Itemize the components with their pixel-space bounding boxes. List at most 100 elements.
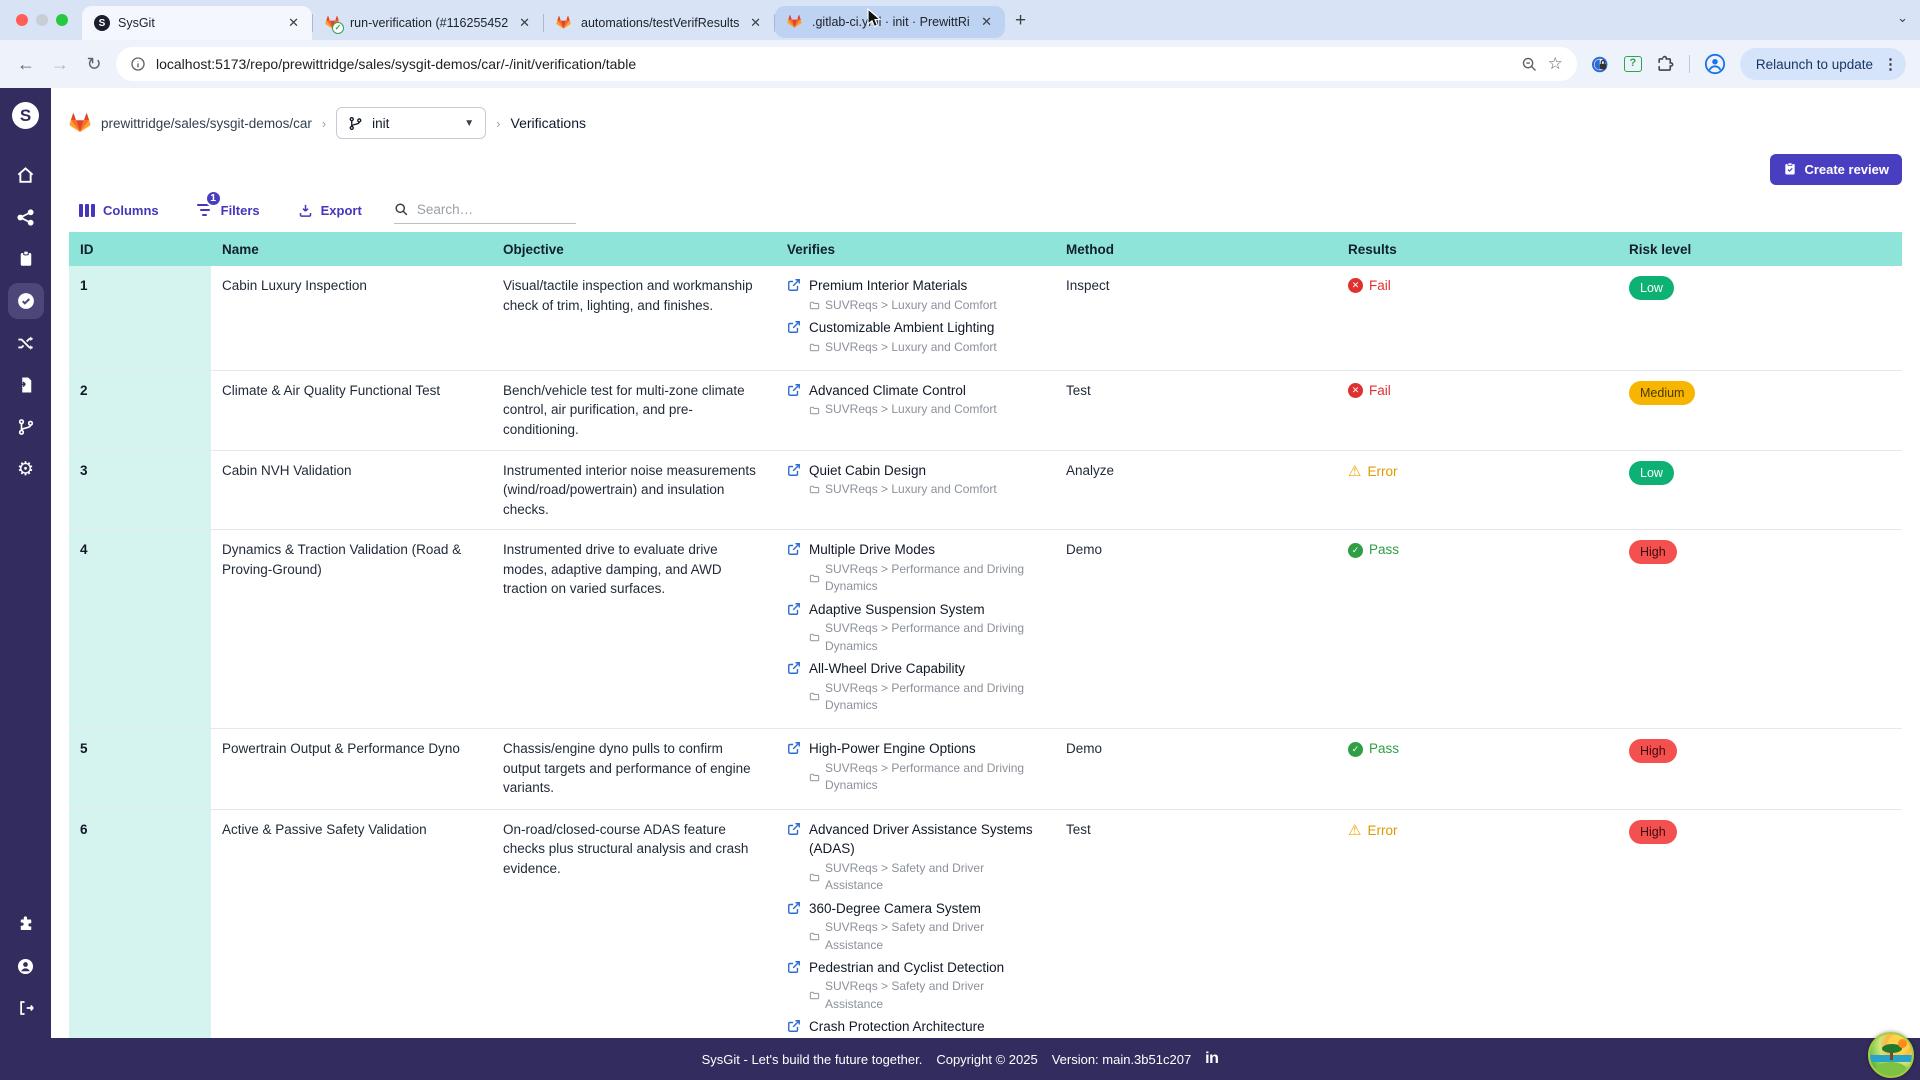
cell-objective: Chassis/engine dyno pulls to confirm out…	[492, 729, 776, 808]
actions-row: Create review	[69, 146, 1902, 192]
table-row[interactable]: 5Powertrain Output & Performance DynoCha…	[69, 729, 1902, 809]
risk-badge: High	[1629, 739, 1677, 763]
bookmark-star-icon[interactable]: ☆	[1548, 54, 1563, 74]
external-link-icon	[787, 901, 801, 915]
verify-link[interactable]: Adaptive Suspension System	[809, 600, 985, 620]
sidebar-item-graph[interactable]	[8, 199, 44, 235]
breadcrumb-repo-link[interactable]: prewittridge/sales/sysgit-demos/car	[101, 116, 312, 131]
columns-icon	[79, 204, 95, 217]
browser-tab-automations[interactable]: automations/testVerifResults ✕	[544, 6, 774, 40]
column-header-method[interactable]: Method	[1055, 242, 1337, 257]
fail-icon: ✕	[1348, 278, 1363, 293]
verify-item: Multiple Drive ModesSUVReqs > Performanc…	[787, 540, 1041, 595]
island-overlay-badge[interactable]	[1868, 1032, 1914, 1078]
export-label: Export	[321, 203, 362, 218]
column-header-name[interactable]: Name	[211, 242, 492, 257]
screen: S SysGit ✕ ✓ run-verification (#11625545…	[0, 0, 1920, 1080]
risk-badge: High	[1629, 820, 1677, 844]
close-window-button[interactable]	[16, 14, 28, 26]
sidebar-item-branches[interactable]	[8, 409, 44, 445]
risk-badge: Low	[1629, 276, 1674, 300]
linkedin-icon[interactable]: in	[1205, 1050, 1218, 1068]
url-text[interactable]: localhost:5173/repo/prewittridge/sales/s…	[156, 56, 1511, 72]
browser-tab-sysgit[interactable]: S SysGit ✕	[82, 6, 312, 40]
reload-icon[interactable]: ↻	[82, 54, 106, 75]
page-info-icon[interactable]	[130, 56, 146, 72]
sidebar-item-requirements[interactable]	[8, 241, 44, 277]
tab-close-icon[interactable]: ✕	[978, 14, 995, 30]
fullscreen-window-button[interactable]	[56, 14, 68, 26]
sidebar-item-home[interactable]	[8, 157, 44, 193]
verify-link[interactable]: Multiple Drive Modes	[809, 540, 935, 560]
folder-icon	[809, 772, 820, 783]
table-row[interactable]: 4Dynamics & Traction Validation (Road & …	[69, 530, 1902, 729]
chevron-right-icon: ›	[496, 116, 500, 131]
shuffle-icon	[16, 334, 35, 353]
column-header-risk-level[interactable]: Risk level	[1618, 242, 1902, 257]
app-window: S ⚙	[0, 88, 1920, 1038]
column-header-results[interactable]: Results	[1337, 242, 1618, 257]
cell-result: ✓Pass	[1337, 530, 1618, 728]
columns-button[interactable]: Columns	[79, 203, 159, 218]
forward-icon[interactable]: →	[48, 54, 72, 75]
verify-link[interactable]: Customizable Ambient Lighting	[809, 318, 994, 338]
sidebar-item-extensions[interactable]	[8, 906, 44, 942]
sidebar-item-verifications[interactable]	[8, 283, 44, 319]
tab-search-chevron-icon[interactable]: ⌄	[1897, 10, 1908, 26]
browser-tab-run-verification[interactable]: ✓ run-verification (#116255452 ✕	[313, 6, 543, 40]
verify-link[interactable]: All-Wheel Drive Capability	[809, 659, 965, 679]
column-header-verifies[interactable]: Verifies	[776, 242, 1055, 257]
cell-id: 5	[69, 729, 211, 808]
sysgit-logo[interactable]: S	[12, 102, 39, 129]
verify-link[interactable]: Pedestrian and Cyclist Detection	[809, 958, 1004, 978]
verify-link[interactable]: Advanced Climate Control	[809, 381, 966, 401]
back-icon[interactable]: ←	[14, 54, 38, 75]
risk-badge: Medium	[1629, 381, 1695, 405]
tab-close-icon[interactable]: ✕	[516, 15, 533, 31]
filters-button[interactable]: 1 Filters	[197, 203, 260, 218]
verify-link[interactable]: High-Power Engine Options	[809, 739, 976, 759]
folder-icon	[809, 405, 820, 416]
column-header-id[interactable]: ID	[69, 242, 211, 257]
search-field[interactable]	[394, 196, 576, 224]
verify-link[interactable]: 360-Degree Camera System	[809, 899, 981, 919]
sidebar-item-traceability[interactable]	[8, 325, 44, 361]
warning-icon: ⚠	[1348, 461, 1361, 483]
verify-link[interactable]: Premium Interior Materials	[809, 276, 967, 296]
extensions-puzzle-icon[interactable]	[1656, 55, 1675, 74]
result-label: Fail	[1369, 381, 1391, 401]
relaunch-to-update-button[interactable]: Relaunch to update ⋮	[1740, 48, 1906, 80]
new-tab-button[interactable]: +	[1005, 10, 1036, 32]
tab-title: automations/testVerifResults	[581, 16, 739, 30]
sidebar-item-account[interactable]	[8, 948, 44, 984]
sidebar-item-export-doc[interactable]	[8, 367, 44, 403]
address-bar[interactable]: localhost:5173/repo/prewittridge/sales/s…	[116, 47, 1577, 81]
column-header-objective[interactable]: Objective	[492, 242, 776, 257]
verify-link[interactable]: Advanced Driver Assistance Systems (ADAS…	[809, 820, 1041, 859]
chevron-right-icon: ›	[322, 116, 326, 131]
graph-icon	[16, 208, 35, 227]
search-input[interactable]	[417, 202, 557, 217]
verify-link[interactable]: Crash Protection Architecture	[809, 1017, 985, 1037]
create-review-button[interactable]: Create review	[1770, 154, 1902, 185]
external-link-icon	[787, 1019, 801, 1033]
table-row[interactable]: 3Cabin NVH ValidationInstrumented interi…	[69, 451, 1902, 531]
zoom-out-icon[interactable]	[1521, 56, 1538, 73]
profile-avatar-icon[interactable]	[1704, 53, 1726, 75]
tab-close-icon[interactable]: ✕	[747, 15, 764, 31]
table-row[interactable]: 1Cabin Luxury InspectionVisual/tactile i…	[69, 266, 1902, 371]
sidebar-item-logout[interactable]	[8, 990, 44, 1026]
tab-close-icon[interactable]: ✕	[285, 15, 302, 31]
risk-badge: Low	[1629, 461, 1674, 485]
chrome-menu-kebab-icon[interactable]: ⋮	[1883, 55, 1898, 73]
verify-link[interactable]: Quiet Cabin Design	[809, 461, 926, 481]
minimize-window-button[interactable]	[36, 14, 48, 26]
export-button[interactable]: Export	[298, 203, 362, 218]
sidebar-item-settings[interactable]: ⚙	[8, 451, 44, 487]
result-label: Fail	[1369, 276, 1391, 296]
browser-tab-gitlab-ci-yml[interactable]: .gitlab-ci.yml · init · PrewittRi ✕	[775, 6, 1005, 38]
privacy-extension-icon[interactable]	[1591, 55, 1610, 74]
table-row[interactable]: 2Climate & Air Quality Functional TestBe…	[69, 371, 1902, 451]
help-extension-icon[interactable]: ?	[1624, 56, 1642, 72]
branch-selector[interactable]: init ▼	[336, 107, 486, 139]
